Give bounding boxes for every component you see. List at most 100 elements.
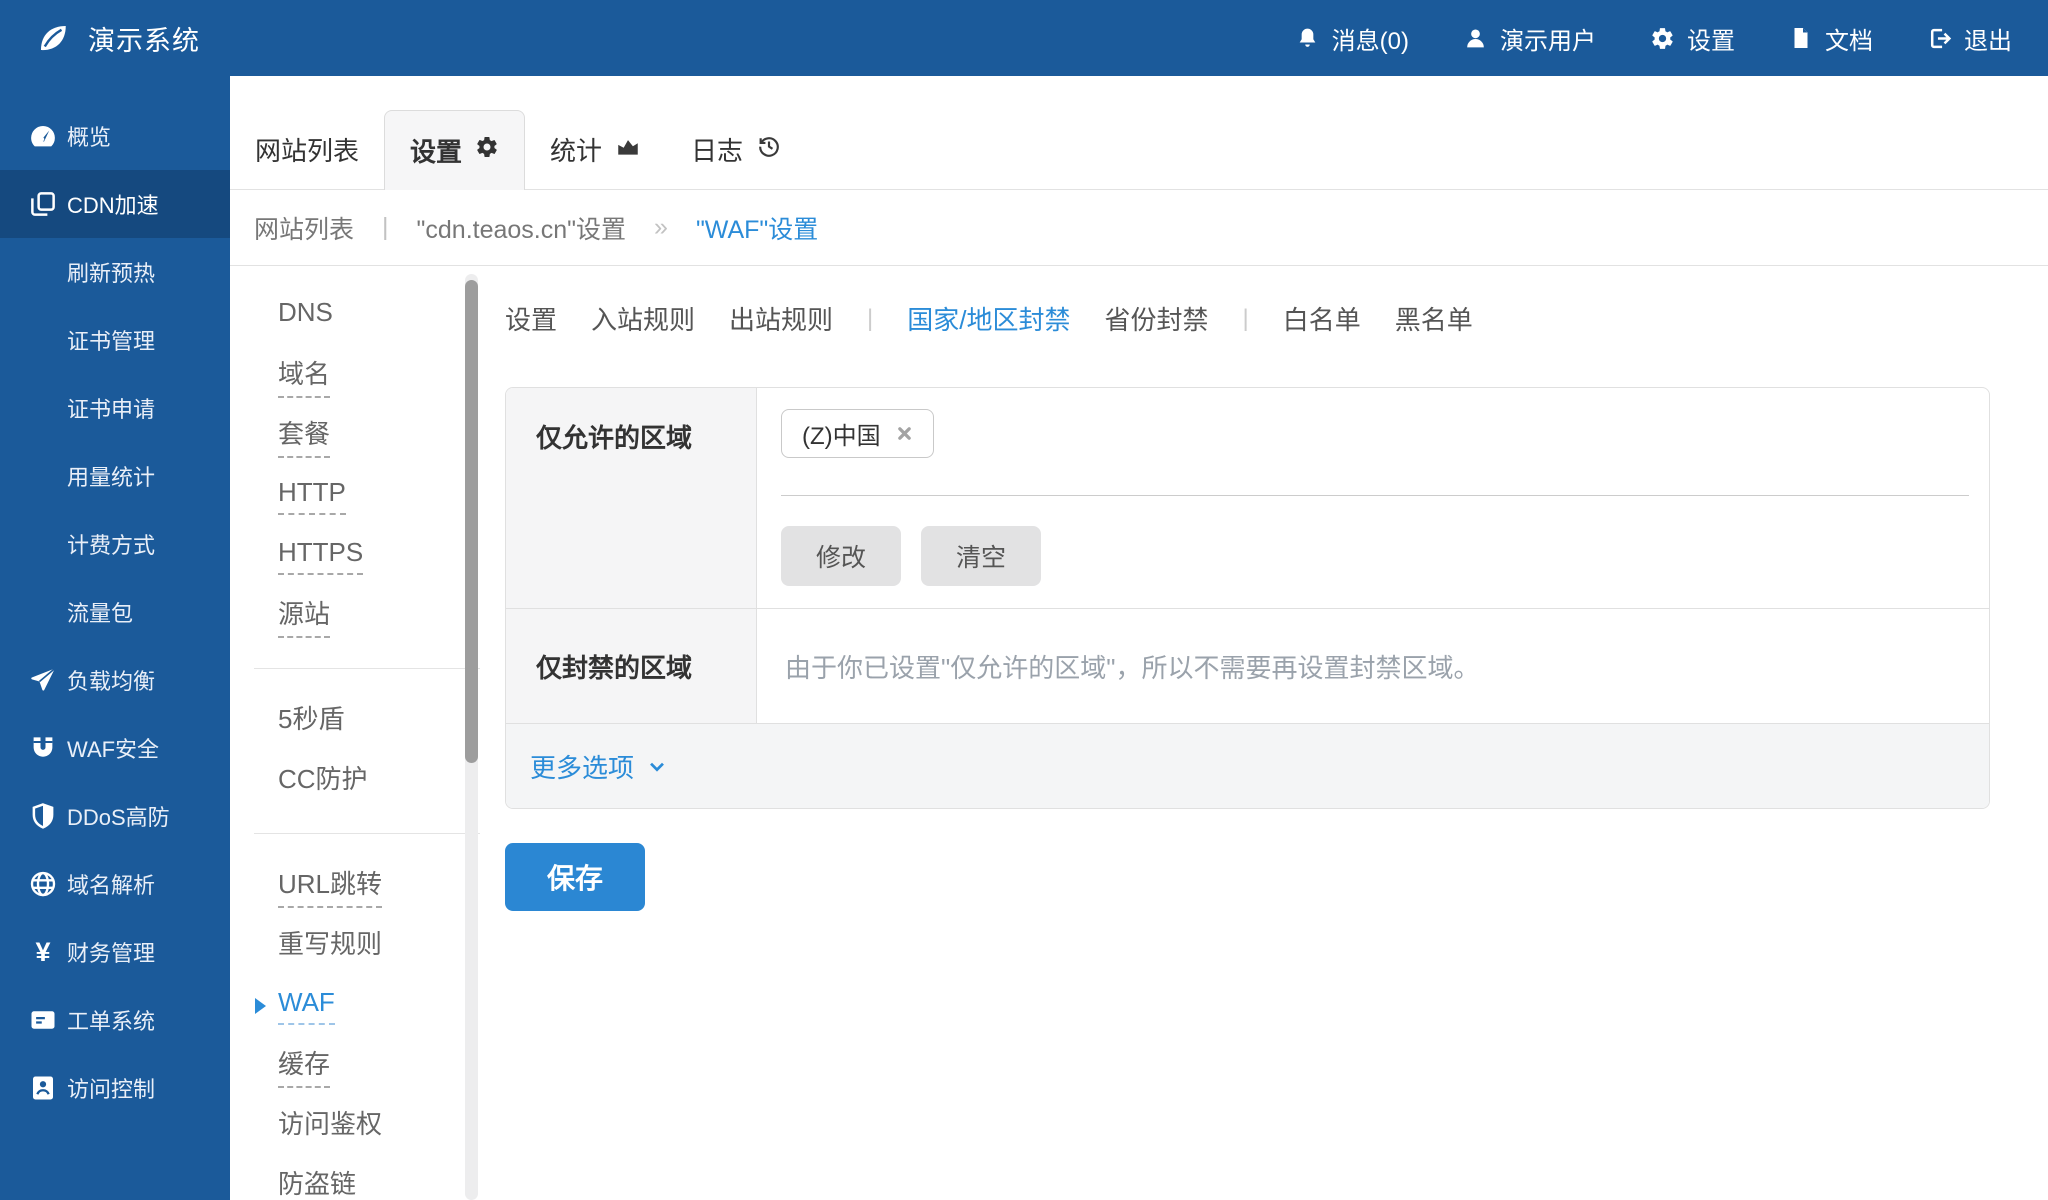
- subnav-item-rewrite-rules[interactable]: 重写规则: [230, 916, 480, 976]
- sidebar: 概览 CDN加速 刷新预热 证书管理 证书申请 用量统计 计费方式 流量包 负载…: [0, 76, 230, 1200]
- subnav-divider: [254, 668, 480, 669]
- work-area: DNS 域名 套餐 HTTP HTTPS 源站 5秒盾 CC防护 URL跳转 重…: [230, 266, 2048, 1200]
- messages-label: 消息(0): [1331, 27, 1409, 55]
- shield-icon: [27, 800, 59, 832]
- sidebar-item-ddos[interactable]: DDoS高防: [0, 782, 230, 850]
- subtab-country-block[interactable]: 国家/地区封禁: [907, 300, 1070, 337]
- waf-settings-content: 设置 入站规则 出站规则 | 国家/地区封禁 省份封禁 | 白名单 黑名单 仅允…: [505, 266, 1990, 911]
- subnav-item-hotlink-protect[interactable]: 防盗链: [230, 1156, 480, 1200]
- blocked-region-label: 仅封禁的区域: [506, 609, 757, 723]
- tab-logs[interactable]: 日志: [666, 109, 807, 189]
- blocked-region-row: 仅封禁的区域 由于你已设置"仅允许的区域"，所以不需要再设置封禁区域。: [506, 609, 1989, 724]
- sidebar-item-tickets[interactable]: 工单系统: [0, 986, 230, 1054]
- sidebar-item-label: 访问控制: [67, 1077, 156, 1102]
- sidebar-item-waf-security[interactable]: WAF安全: [0, 714, 230, 782]
- subtab-whitelist[interactable]: 白名单: [1283, 300, 1361, 337]
- sidebar-item-cert-manage[interactable]: 证书管理: [0, 306, 230, 374]
- brand[interactable]: 演示系统: [36, 19, 200, 58]
- subnav-scrollbar[interactable]: [465, 274, 478, 1200]
- tab-label: 设置: [410, 137, 463, 167]
- gauge-icon: [27, 120, 59, 152]
- subnav-item-domain[interactable]: 域名: [230, 346, 480, 406]
- subnav-item-origin[interactable]: 源站: [230, 586, 480, 646]
- tab-statistics[interactable]: 统计: [525, 109, 666, 189]
- user-icon: [1463, 26, 1488, 51]
- topbar-menu: 消息(0) 演示用户 设置 文档 退出: [1295, 21, 2012, 56]
- breadcrumb-site-settings[interactable]: "cdn.teaos.cn"设置: [417, 210, 627, 246]
- breadcrumb-separator: |: [382, 213, 389, 241]
- scrollbar-thumb[interactable]: [465, 280, 478, 763]
- allowed-region-row: 仅允许的区域 (Z)中国 修改 清空: [506, 388, 1989, 609]
- copy-icon: [27, 188, 59, 220]
- user-menu-item[interactable]: 演示用户: [1463, 21, 1596, 56]
- tab-website-list[interactable]: 网站列表: [230, 109, 384, 189]
- region-block-panel: 仅允许的区域 (Z)中国 修改 清空 仅封禁的区域 由于你已设置"仅允许的区域"…: [505, 387, 1990, 809]
- topbar: 演示系统 消息(0) 演示用户 设置 文档 退出: [0, 0, 2048, 76]
- sidebar-item-billing[interactable]: 计费方式: [0, 510, 230, 578]
- settings-menu-item[interactable]: 设置: [1650, 21, 1735, 56]
- breadcrumb-waf-settings[interactable]: "WAF"设置: [696, 210, 818, 246]
- region-tag-china[interactable]: (Z)中国: [781, 409, 934, 458]
- sidebar-item-cdn[interactable]: CDN加速: [0, 170, 230, 238]
- tab-label: 网站列表: [255, 135, 360, 166]
- subnav-item-5s-shield[interactable]: 5秒盾: [230, 691, 480, 751]
- subnav-item-dns[interactable]: DNS: [230, 286, 480, 346]
- gear-icon: [475, 135, 499, 166]
- chevron-down-icon[interactable]: [646, 755, 668, 777]
- breadcrumb-website-list[interactable]: 网站列表: [254, 210, 354, 246]
- subnav-item-access-auth[interactable]: 访问鉴权: [230, 1096, 480, 1156]
- user-label: 演示用户: [1500, 27, 1596, 55]
- messages-menu-item[interactable]: 消息(0): [1295, 21, 1409, 56]
- tab-settings[interactable]: 设置: [384, 110, 526, 190]
- subnav-item-plan[interactable]: 套餐: [230, 406, 480, 466]
- subnav-item-http[interactable]: HTTP: [230, 466, 480, 526]
- sidebar-item-refresh-prewarm[interactable]: 刷新预热: [0, 238, 230, 306]
- logout-icon: [1927, 26, 1952, 51]
- sidebar-item-label: 概览: [67, 125, 112, 150]
- magnet-icon: [27, 732, 59, 764]
- more-options-link[interactable]: 更多选项: [530, 748, 634, 785]
- brand-title: 演示系统: [88, 25, 200, 56]
- sidebar-item-label: 计费方式: [67, 533, 156, 558]
- sidebar-item-access-control[interactable]: 访问控制: [0, 1054, 230, 1122]
- yen-icon: ¥: [35, 936, 51, 967]
- subnav-item-waf[interactable]: WAF: [230, 976, 480, 1036]
- logout-menu-item[interactable]: 退出: [1927, 21, 2012, 56]
- tab-bar: 网站列表 设置 统计 日志: [230, 76, 2048, 190]
- subnav-item-cc-protect[interactable]: CC防护: [230, 751, 480, 811]
- sidebar-item-finance[interactable]: ¥ 财务管理: [0, 918, 230, 986]
- sidebar-item-traffic-pack[interactable]: 流量包: [0, 578, 230, 646]
- subtab-settings[interactable]: 设置: [505, 300, 557, 337]
- breadcrumb-separator: »: [654, 213, 668, 241]
- sidebar-item-usage-stats[interactable]: 用量统计: [0, 442, 230, 510]
- subtab-inbound-rules[interactable]: 入站规则: [591, 300, 695, 337]
- sidebar-item-overview[interactable]: 概览: [0, 102, 230, 170]
- modify-button[interactable]: 修改: [781, 526, 901, 586]
- subnav-item-url-redirect[interactable]: URL跳转: [230, 856, 480, 916]
- region-input-underline[interactable]: [781, 495, 1969, 496]
- subnav-item-cache[interactable]: 缓存: [230, 1036, 480, 1096]
- tab-label: 日志: [691, 135, 744, 166]
- save-button[interactable]: 保存: [505, 843, 645, 911]
- clear-button[interactable]: 清空: [921, 526, 1041, 586]
- sidebar-item-label: 域名解析: [67, 873, 156, 898]
- chart-icon: [615, 133, 641, 166]
- subtab-province-block[interactable]: 省份封禁: [1105, 300, 1209, 337]
- sidebar-item-dns-resolve[interactable]: 域名解析: [0, 850, 230, 918]
- logout-label: 退出: [1964, 27, 2012, 55]
- close-icon[interactable]: [896, 425, 913, 442]
- sidebar-item-label: 财务管理: [67, 941, 156, 966]
- subnav-item-https[interactable]: HTTPS: [230, 526, 480, 586]
- docs-menu-item[interactable]: 文档: [1789, 21, 1873, 56]
- bell-icon: [1295, 26, 1320, 51]
- blocked-region-note: 由于你已设置"仅允许的区域"，所以不需要再设置封禁区域。: [785, 652, 1480, 683]
- gear-icon: [1650, 26, 1675, 51]
- sidebar-item-load-balance[interactable]: 负载均衡: [0, 646, 230, 714]
- id-card-icon: [27, 1072, 59, 1104]
- subtab-outbound-rules[interactable]: 出站规则: [729, 300, 833, 337]
- subtab-blacklist[interactable]: 黑名单: [1395, 300, 1473, 337]
- sidebar-item-cert-apply[interactable]: 证书申请: [0, 374, 230, 442]
- docs-label: 文档: [1825, 27, 1873, 55]
- subtab-pipe: |: [867, 304, 874, 332]
- app-window: 演示系统 消息(0) 演示用户 设置 文档 退出 概览 CDN加速 刷新预热 证…: [0, 0, 2048, 1200]
